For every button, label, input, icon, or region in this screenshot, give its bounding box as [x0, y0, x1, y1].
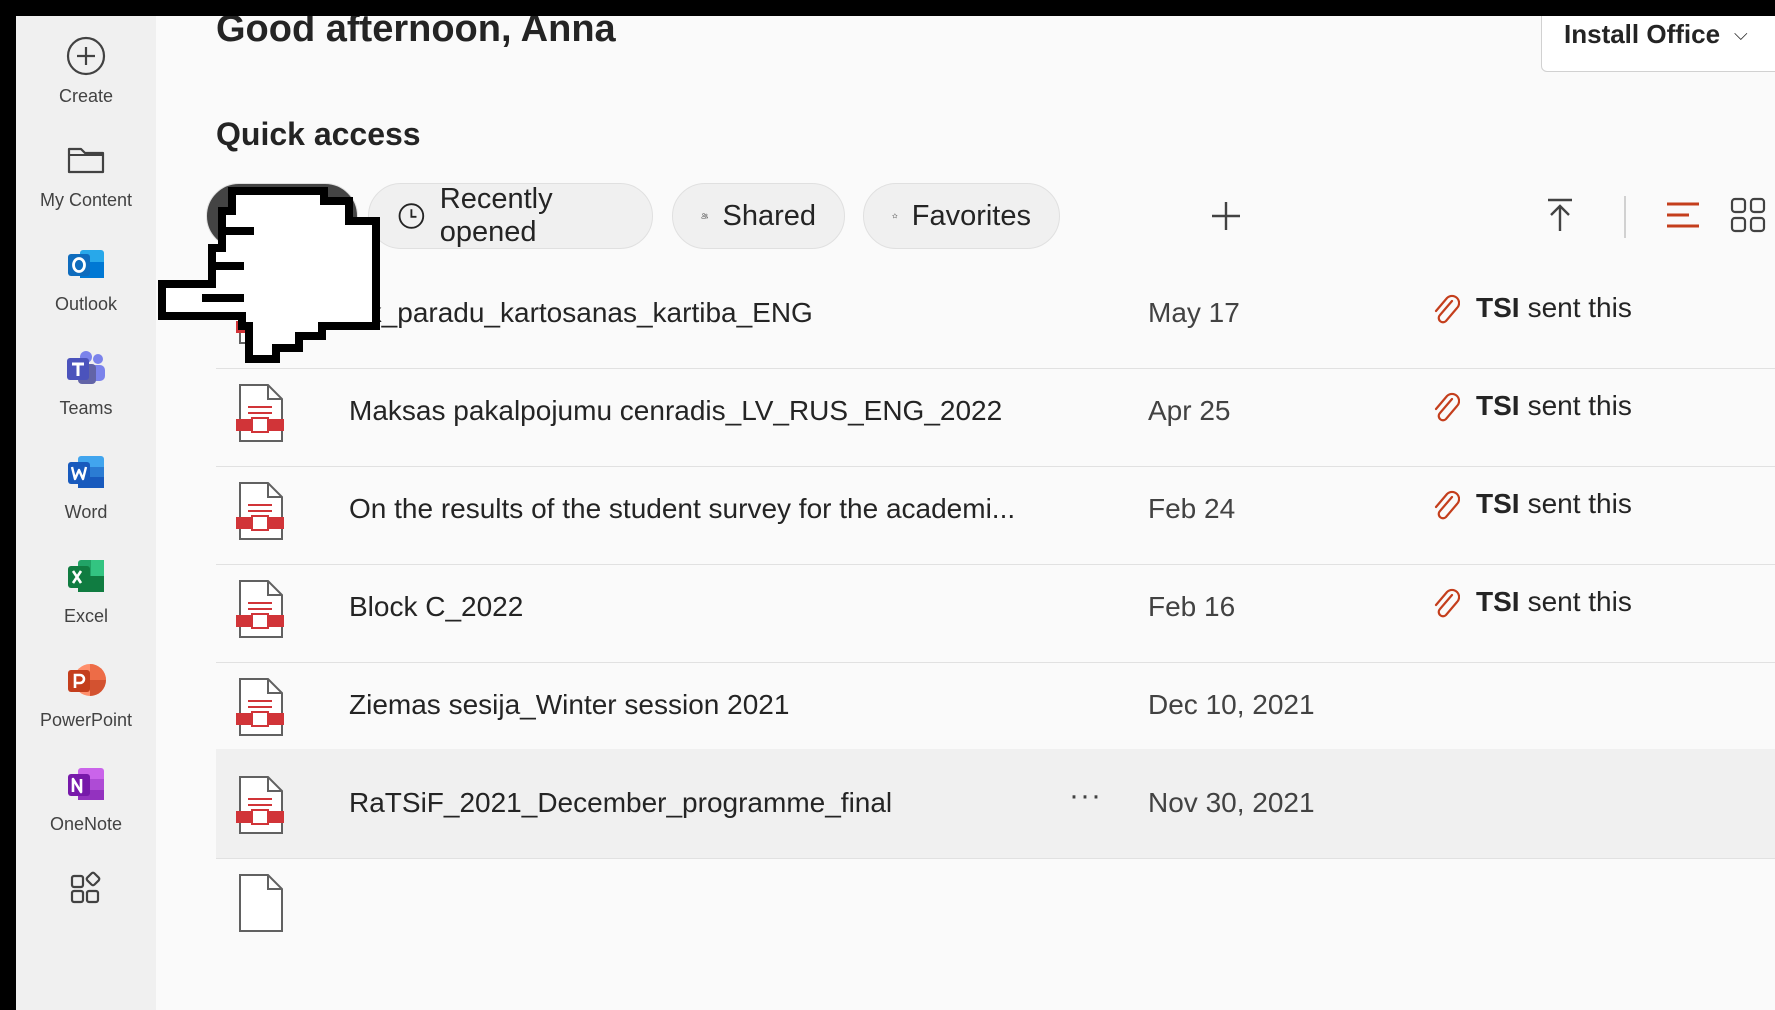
- file-name: On the results of the student survey for…: [349, 493, 1016, 524]
- rail-item-word[interactable]: Word: [16, 440, 156, 544]
- file-activity: TSI sent this: [1430, 487, 1632, 521]
- activity-text: sent this: [1527, 292, 1632, 323]
- filter-recently-opened[interactable]: Recently opened: [368, 183, 653, 249]
- file-name: Maksas pakalpojumu cenradis_LV_RUS_ENG_2…: [349, 395, 1003, 426]
- apps-grid-icon: [70, 871, 101, 904]
- activity-sender: TSI: [1476, 586, 1520, 617]
- rail-item-apps[interactable]: [16, 856, 156, 960]
- greeting-title: Good afternoon, Anna: [216, 16, 616, 50]
- app-rail: Create My Content Outlook Teams Word Exc…: [16, 16, 156, 1010]
- file-date: Feb 24: [1148, 493, 1236, 524]
- filter-label: Shared: [722, 199, 816, 232]
- word-icon: [68, 456, 104, 488]
- activity-sender: TSI: [1476, 292, 1520, 323]
- file-row[interactable]: Block C_2022 Feb 16 TSI sent this: [216, 553, 1775, 663]
- upload-icon[interactable]: [1538, 193, 1582, 237]
- activity-text: sent this: [1527, 488, 1632, 519]
- rail-item-powerpoint[interactable]: PowerPoint: [16, 648, 156, 752]
- people-icon: [701, 213, 709, 219]
- pdf-file-icon: [236, 482, 284, 540]
- activity-sender: TSI: [1476, 488, 1520, 519]
- file-activity: TSI sent this: [1430, 389, 1632, 423]
- rail-item-label: OneNote: [49, 814, 123, 834]
- rail-item-outlook[interactable]: Outlook: [16, 232, 156, 336]
- file-date: Feb 16: [1148, 591, 1236, 622]
- hand-pointer-cursor-icon: [158, 187, 380, 363]
- file-name: Ziemas sesija_Winter session 2021: [349, 689, 790, 720]
- rail-item-label: Word: [64, 502, 108, 522]
- main-content: Good afternoon, Anna Install Office ⌵ Qui…: [156, 16, 1775, 1010]
- file-name: Block C_2022: [349, 591, 524, 622]
- powerpoint-icon: [68, 664, 106, 696]
- attachment-icon: [1434, 392, 1460, 422]
- install-office-button[interactable]: Install Office ⌵: [1541, 16, 1775, 72]
- file-row-partial[interactable]: [216, 847, 1775, 957]
- file-date: Nov 30, 2021: [1148, 787, 1315, 818]
- attachment-icon: [1434, 294, 1460, 324]
- install-office-label: Install Office: [1564, 19, 1721, 49]
- file-activity: TSI sent this: [1430, 585, 1632, 619]
- office-home-screen: Create My Content Outlook Teams Word Exc…: [16, 16, 1775, 1010]
- activity-sender: TSI: [1476, 390, 1520, 421]
- filter-label: Recently opened: [439, 183, 553, 248]
- file-row[interactable]: Maksas pakalpojumu cenradis_LV_RUS_ENG_2…: [216, 357, 1775, 467]
- file-date: Dec 10, 2021: [1148, 689, 1315, 720]
- file-name: Ak_paradu_kartosanas_kartiba_ENG: [349, 297, 813, 328]
- file-activity: TSI sent this: [1430, 291, 1632, 325]
- file-row[interactable]: Ziemas sesija_Winter session 2021 Dec 10…: [216, 651, 1775, 761]
- pdf-file-icon: [236, 776, 284, 834]
- add-filter-icon[interactable]: [1206, 196, 1246, 236]
- more-options-button[interactable]: ···: [1069, 779, 1102, 813]
- rail-item-label: Create: [58, 86, 114, 106]
- activity-text: sent this: [1527, 586, 1632, 617]
- rail-item-label: Excel: [63, 606, 108, 626]
- rail-item-create[interactable]: Create: [16, 24, 156, 128]
- pdf-file-icon: [236, 384, 284, 442]
- file-row[interactable]: Ak_paradu_kartosanas_kartiba_ENG May 17 …: [216, 259, 1775, 369]
- pdf-file-icon: [236, 678, 284, 736]
- activity-text: sent this: [1527, 390, 1632, 421]
- rail-item-excel[interactable]: Excel: [16, 544, 156, 648]
- toolbar-divider: [1624, 196, 1626, 238]
- rail-item-label: Outlook: [54, 294, 118, 314]
- rail-item-label: My Content: [39, 190, 133, 210]
- list-view-icon[interactable]: [1661, 193, 1705, 237]
- rail-item-my-content[interactable]: My Content: [16, 128, 156, 232]
- file-row[interactable]: On the results of the student survey for…: [216, 455, 1775, 565]
- outlook-icon: [68, 250, 104, 278]
- filter-label: Favorites: [911, 199, 1031, 232]
- attachment-icon: [1434, 490, 1460, 520]
- file-name: RaTSiF_2021_December_programme_final: [349, 787, 893, 818]
- chevron-down-icon: ⌵: [1734, 24, 1748, 44]
- pdf-file-icon: [239, 874, 283, 932]
- folder-icon: [67, 147, 105, 174]
- file-date: May 17: [1148, 297, 1240, 328]
- rail-item-label: Teams: [59, 398, 113, 418]
- quick-access-title: Quick access: [216, 116, 421, 152]
- onenote-icon: [68, 768, 104, 800]
- attachment-icon: [1434, 588, 1460, 618]
- excel-icon: [68, 560, 104, 592]
- rail-item-onenote[interactable]: OneNote: [16, 752, 156, 856]
- grid-view-icon[interactable]: [1726, 193, 1770, 237]
- rail-item-label: PowerPoint: [39, 710, 133, 730]
- teams-icon: [67, 351, 105, 384]
- file-date: Apr 25: [1148, 395, 1231, 426]
- file-row[interactable]: RaTSiF_2021_December_programme_final ···…: [216, 749, 1775, 859]
- star-icon: [892, 213, 898, 219]
- rail-item-teams[interactable]: Teams: [16, 336, 156, 440]
- filter-favorites[interactable]: Favorites: [863, 183, 1060, 249]
- plus-circle-icon: [66, 36, 106, 76]
- filter-shared[interactable]: Shared: [672, 183, 845, 249]
- pdf-file-icon: [236, 580, 284, 638]
